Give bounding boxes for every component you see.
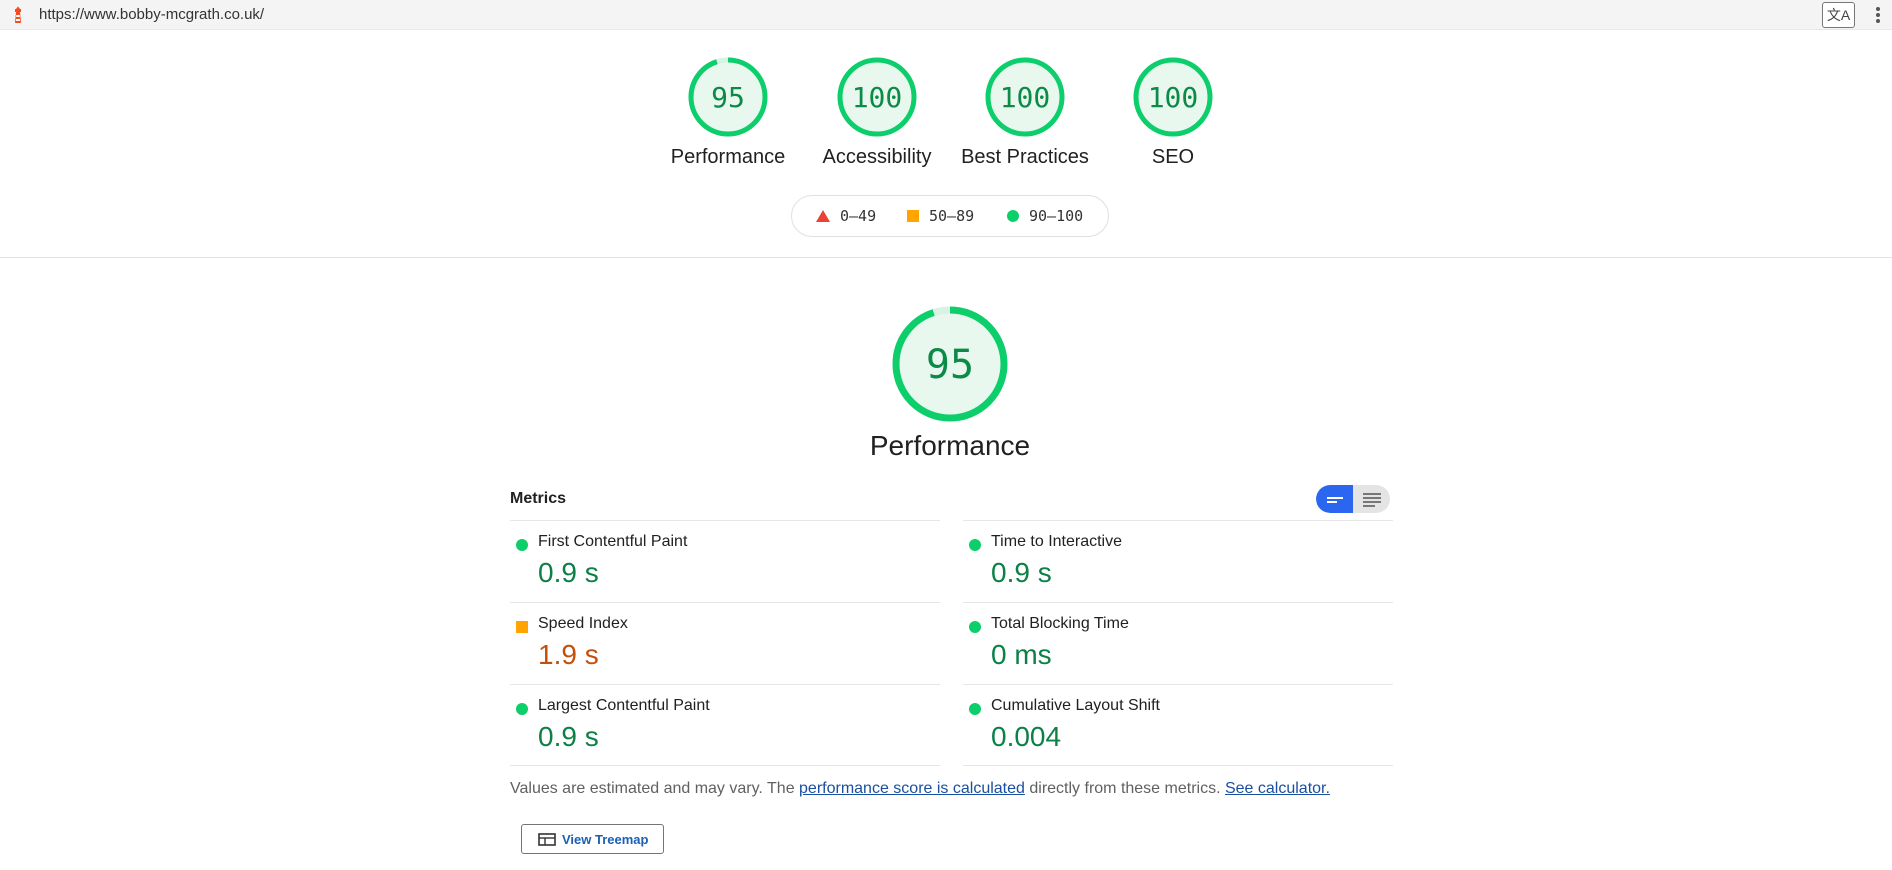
square-icon [907, 210, 919, 222]
gauge-ring: 95 [688, 57, 768, 137]
gauge-label: Accessibility [822, 146, 932, 168]
note-text: directly from these metrics. [1024, 780, 1225, 797]
triangle-icon [816, 210, 830, 222]
gauge-seo[interactable]: 100 SEO [1093, 56, 1253, 169]
gauge-best-practices[interactable]: 100 Best Practices [945, 56, 1105, 169]
metrics-view-toggle[interactable] [1316, 485, 1390, 513]
toggle-detailed-view[interactable] [1353, 485, 1390, 513]
pass-circle-icon [969, 539, 981, 551]
score-calculated-link[interactable]: performance score is calculated [799, 780, 1025, 797]
pass-circle-icon [516, 539, 528, 551]
metric-label: First Contentful Paint [538, 533, 688, 550]
metrics-bottom-border [963, 765, 1393, 766]
score-legend: 0–49 50–89 90–100 [791, 195, 1109, 237]
metric-first-contentful-paint[interactable]: First Contentful Paint 0.9 s [510, 520, 940, 602]
metric-largest-contentful-paint[interactable]: Largest Contentful Paint 0.9 s [510, 684, 940, 766]
metric-label: Total Blocking Time [991, 615, 1129, 632]
gauge-label: Performance [670, 146, 786, 168]
lines-icon [1363, 493, 1381, 507]
page-url[interactable]: https://www.bobby-mcgrath.co.uk/ [39, 6, 264, 23]
metric-label: Cumulative Layout Shift [991, 697, 1160, 714]
metric-value: 1.9 s [538, 639, 599, 670]
pass-circle-icon [969, 621, 981, 633]
estimate-note: Values are estimated and may vary. The p… [510, 780, 1330, 798]
gauge-score: 100 [1000, 81, 1051, 114]
gauge-score: 100 [1148, 81, 1199, 114]
average-square-icon [516, 621, 528, 633]
see-calculator-link[interactable]: See calculator. [1225, 780, 1330, 797]
metric-value: 0.9 s [538, 557, 599, 588]
url-bar: https://www.bobby-mcgrath.co.uk/ 文A [0, 0, 1892, 30]
performance-score: 95 [926, 342, 974, 388]
toggle-summary-view[interactable] [1316, 485, 1353, 513]
metric-label: Time to Interactive [991, 533, 1123, 550]
legend-fail-range: 0–49 [840, 207, 877, 225]
gauge-score: 100 [852, 81, 903, 114]
metric-value: 0.9 s [538, 721, 599, 752]
metric-label: Speed Index [538, 615, 628, 632]
treemap-label: View Treemap [562, 832, 649, 847]
gauge-score: 95 [711, 81, 745, 114]
gauge-label: SEO [1151, 146, 1195, 168]
gauge-accessibility[interactable]: 100 Accessibility [797, 56, 957, 169]
short-lines-icon [1327, 497, 1343, 503]
metric-cumulative-layout-shift[interactable]: Cumulative Layout Shift 0.004 [963, 684, 1393, 766]
metrics-heading: Metrics [510, 490, 567, 507]
pass-circle-icon [516, 703, 528, 715]
gauge-ring: 100 [837, 57, 917, 137]
section-divider [0, 257, 1892, 258]
metric-value: 0.004 [991, 721, 1062, 752]
metrics-bottom-border [510, 765, 940, 766]
legend-average-range: 50–89 [929, 207, 975, 225]
performance-title: Performance [869, 430, 1031, 461]
legend-average: 50–89 [907, 207, 974, 225]
legend-fail: 0–49 [816, 207, 876, 225]
view-treemap-button[interactable]: View Treemap [521, 824, 664, 854]
metric-total-blocking-time[interactable]: Total Blocking Time 0 ms [963, 602, 1393, 684]
note-text: Values are estimated and may vary. The [510, 780, 800, 797]
metric-value: 0.9 s [991, 557, 1052, 588]
treemap-icon [538, 833, 556, 846]
circle-icon [1007, 210, 1019, 222]
metric-speed-index[interactable]: Speed Index 1.9 s [510, 602, 940, 684]
translate-icon: 文A [1826, 7, 1851, 23]
category-gauges: 95 Performance 100 Accessibility 100 Bes… [0, 56, 1892, 176]
metric-value: 0 ms [991, 639, 1052, 670]
more-options-icon[interactable] [1870, 3, 1886, 27]
gauge-label: Best Practices [961, 146, 1089, 168]
legend-pass-range: 90–100 [1029, 207, 1084, 225]
lighthouse-icon [15, 6, 21, 23]
translate-button[interactable]: 文A [1822, 2, 1855, 28]
gauge-performance[interactable]: 95 Performance [648, 56, 808, 169]
gauge-ring: 100 [1133, 57, 1213, 137]
metric-label: Largest Contentful Paint [538, 697, 710, 714]
metric-time-to-interactive[interactable]: Time to Interactive 0.9 s [963, 520, 1393, 602]
legend-pass: 90–100 [1007, 207, 1083, 225]
pass-circle-icon [969, 703, 981, 715]
gauge-ring: 100 [985, 57, 1065, 137]
performance-gauge: 95 [892, 306, 1008, 422]
